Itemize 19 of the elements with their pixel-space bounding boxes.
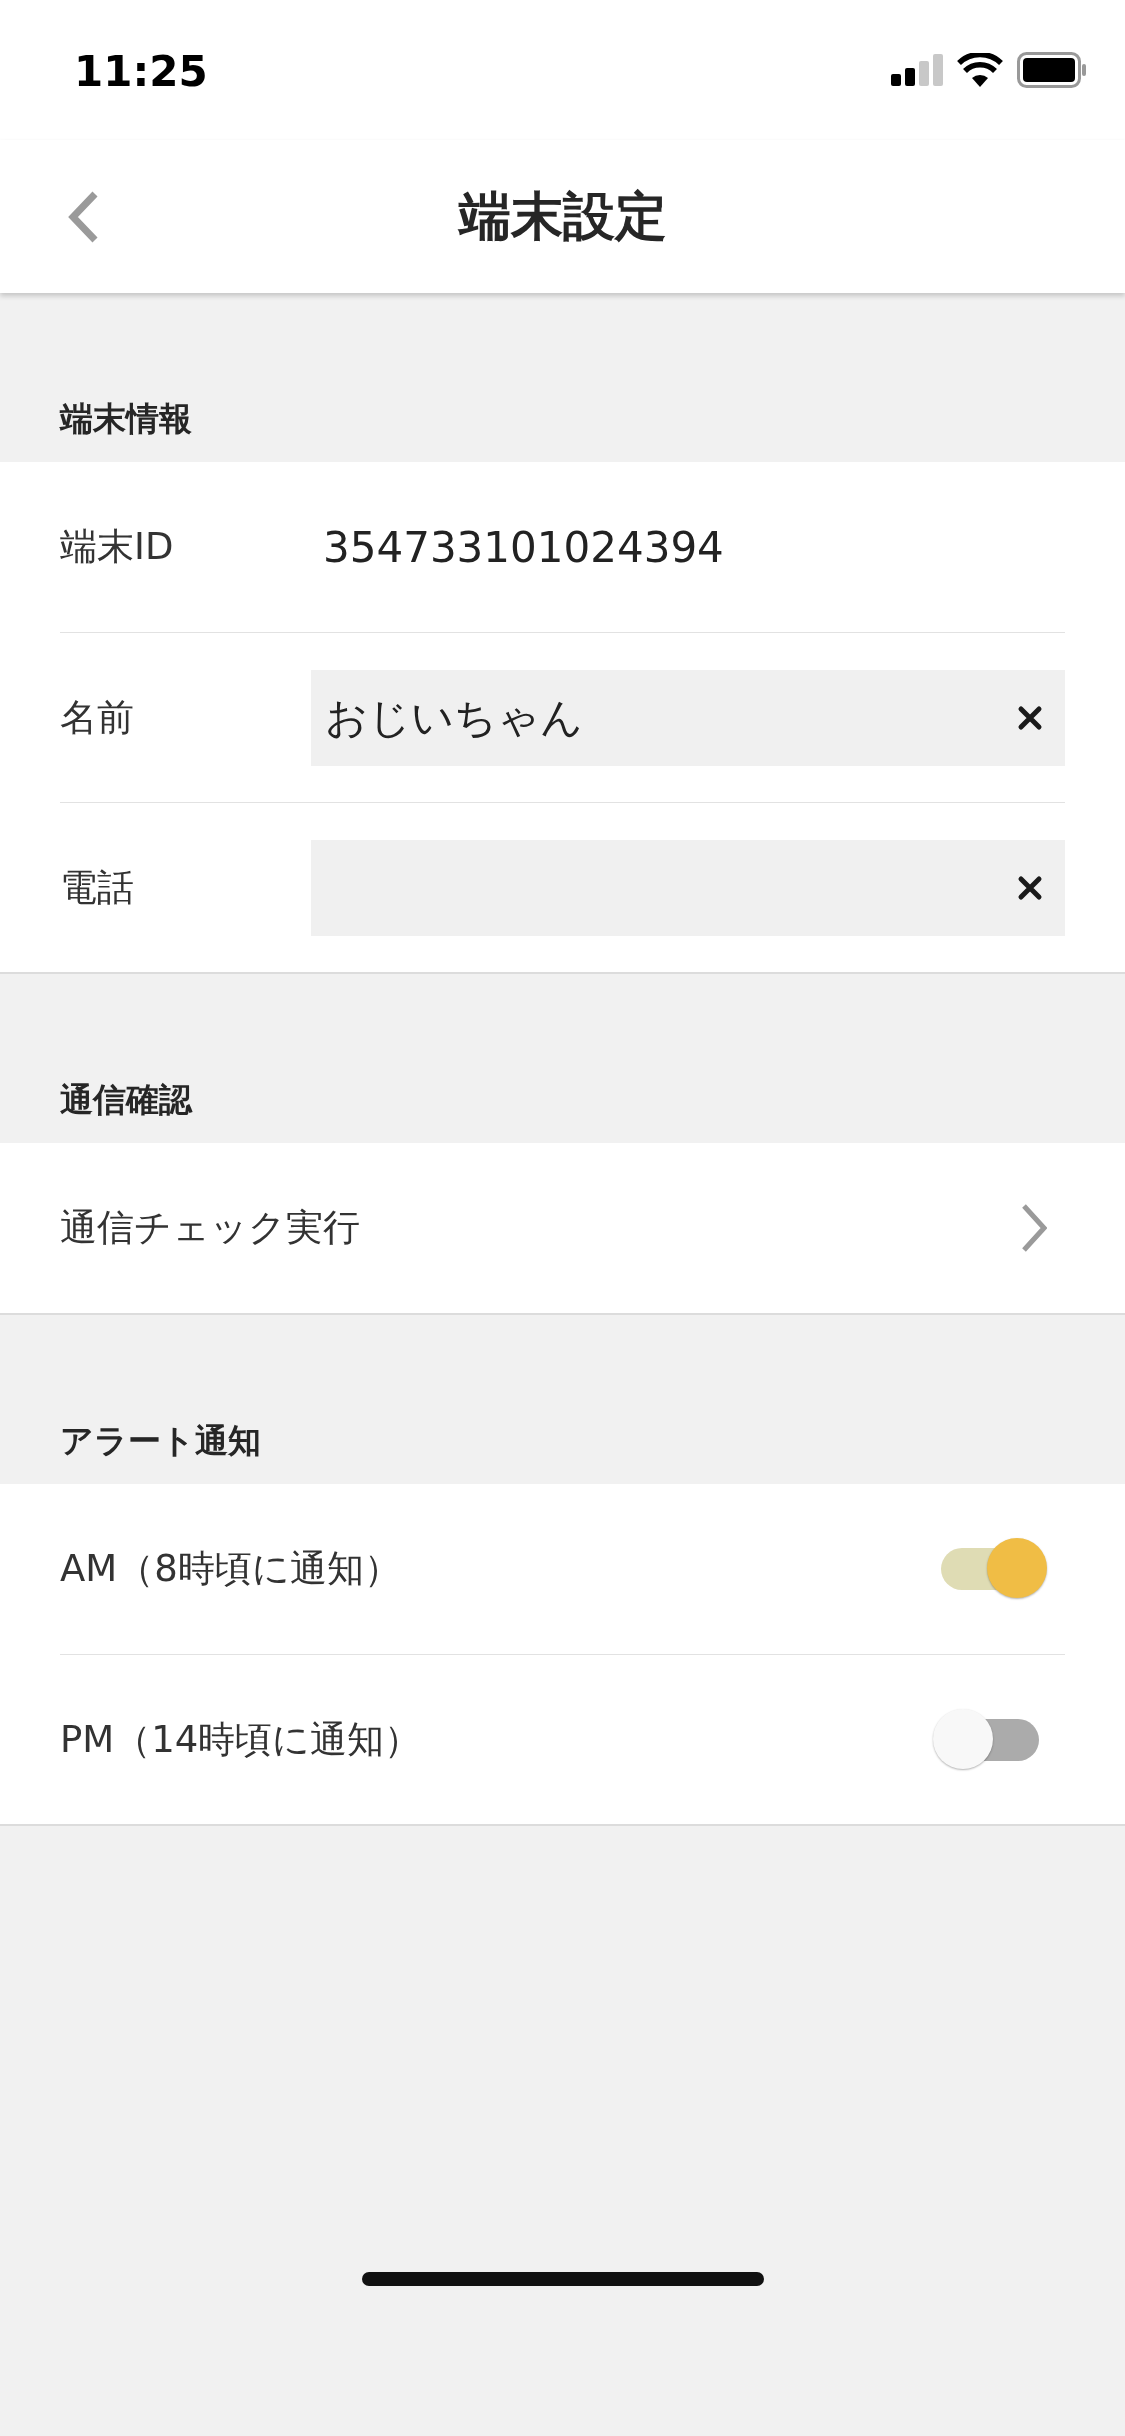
input-field[interactable] (311, 839, 1065, 936)
chevron-right-icon (1021, 1203, 1047, 1253)
menu-row[interactable]: 通信チェック実行 (60, 1143, 1125, 1313)
section-header: 端末情報 (60, 398, 192, 440)
battery-icon (1017, 52, 1087, 88)
row-label: PM（14時頃に通知） (60, 1716, 423, 1763)
section-header: アラート通知 (60, 1420, 261, 1462)
field-label: 電話 (60, 864, 135, 911)
status-time: 11:25 (74, 45, 208, 96)
field-label: 名前 (60, 694, 135, 741)
field-label: 端末ID (60, 524, 175, 570)
section-header: 通信確認 (60, 1079, 192, 1121)
device-id-value: 354733101024394 (322, 522, 724, 572)
row-label: 通信チェック実行 (60, 1205, 361, 1251)
wifi-icon (957, 53, 1003, 87)
signal-icon (891, 54, 943, 86)
row-label: AM（8時頃に通知） (60, 1546, 402, 1592)
page-title: 端末設定 (458, 184, 667, 248)
input-field[interactable]: おじいちゃん (311, 669, 1065, 766)
